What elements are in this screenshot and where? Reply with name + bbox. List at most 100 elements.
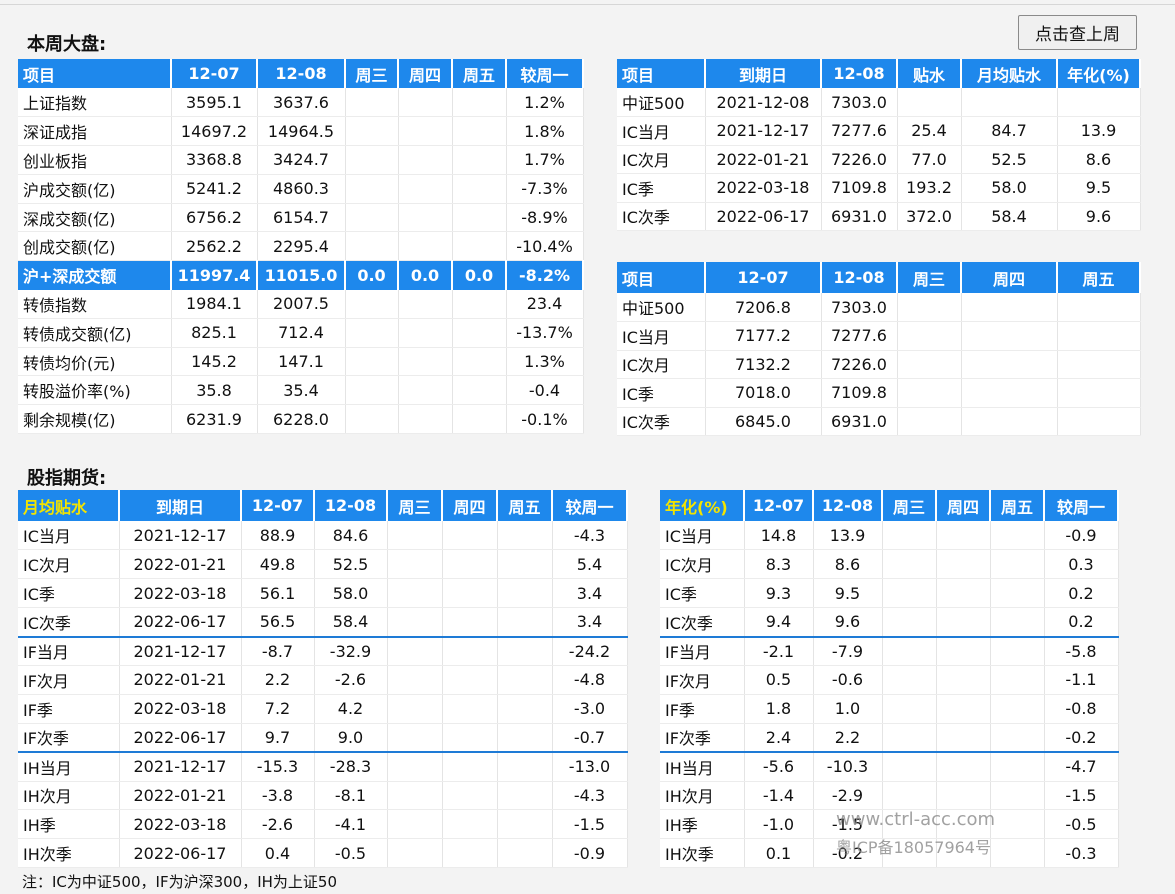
table-cell bbox=[897, 378, 962, 408]
table-cell: 9.3 bbox=[744, 578, 814, 609]
table-cell: 3424.7 bbox=[257, 145, 346, 175]
table-cell bbox=[345, 145, 399, 175]
column-header: 周三 bbox=[882, 490, 937, 521]
table-cell: 0.5 bbox=[744, 665, 814, 695]
table-cell: 6931.0 bbox=[821, 202, 898, 231]
table-cell: 1.8 bbox=[744, 694, 814, 724]
table-cell: 2022-03-18 bbox=[119, 809, 242, 840]
table-cell: 1984.1 bbox=[171, 289, 258, 319]
table-cell: 4.2 bbox=[314, 694, 388, 724]
table-cell bbox=[442, 751, 498, 782]
table-cell bbox=[497, 607, 553, 638]
row-label: 创业板指 bbox=[18, 145, 172, 175]
row-label: IH当月 bbox=[660, 751, 745, 782]
table-row: IC季 9.3 9.5 0.2 bbox=[660, 578, 1119, 609]
table-cell: -2.6 bbox=[314, 665, 388, 695]
table-cell bbox=[387, 751, 443, 782]
table-cell: -4.8 bbox=[552, 665, 628, 695]
table-cell: -8.7 bbox=[241, 635, 315, 666]
row-label: IH当月 bbox=[18, 751, 120, 782]
table-cell bbox=[936, 665, 991, 695]
table-row: IC次季 2022-06-17 56.5 58.4 3.4 bbox=[18, 607, 628, 638]
table-cell: 193.2 bbox=[897, 173, 962, 203]
table-cell bbox=[398, 116, 453, 147]
table-cell: 52.5 bbox=[314, 549, 388, 580]
table-cell: 7277.6 bbox=[821, 116, 898, 146]
table-cell: 2295.4 bbox=[257, 231, 346, 262]
table-cell: 84.6 bbox=[314, 521, 388, 551]
table-cell: 2022-01-21 bbox=[119, 781, 242, 811]
table-cell: 2022-01-21 bbox=[119, 549, 242, 580]
table-cell: 56.1 bbox=[241, 578, 315, 609]
futures-price-table: 项目 12-07 12-08 周三 周四 周五 中证500 7206.8 7303.0 IC当月… bbox=[617, 262, 1141, 436]
view-last-week-button[interactable]: 点击查上周 bbox=[1018, 15, 1137, 50]
table-cell: 9.5 bbox=[1057, 173, 1141, 203]
column-header: 较周一 bbox=[552, 490, 628, 521]
table-cell: 14.8 bbox=[744, 521, 814, 551]
table-row: IC当月 14.8 13.9 -0.9 bbox=[660, 521, 1119, 551]
table-cell bbox=[452, 231, 507, 262]
column-header: 周五 bbox=[990, 490, 1045, 521]
row-label: IC次月 bbox=[617, 145, 706, 174]
table-cell: 23.4 bbox=[506, 289, 584, 319]
top-divider bbox=[0, 4, 1175, 5]
table-cell bbox=[990, 665, 1045, 695]
row-label: IC季 bbox=[18, 578, 120, 609]
table-cell: 2022-06-17 bbox=[119, 607, 242, 638]
table-cell bbox=[345, 318, 399, 348]
table-cell bbox=[990, 578, 1045, 609]
table-cell bbox=[442, 521, 498, 551]
table-cell: -0.5 bbox=[1044, 809, 1119, 840]
weekly-market-table: 项目 12-07 12-08 周三 周四 周五 较周一 上证指数 3595.1 3637.6 1.… bbox=[18, 59, 584, 435]
table-cell: 6154.7 bbox=[257, 203, 346, 233]
table-cell: 52.5 bbox=[961, 145, 1058, 174]
table-cell: 2022-03-18 bbox=[119, 694, 242, 724]
table-cell bbox=[961, 321, 1058, 351]
table-cell: -32.9 bbox=[314, 635, 388, 666]
table-cell bbox=[387, 521, 443, 551]
table-row: 转债均价(元) 145.2 147.1 1.3% bbox=[18, 347, 584, 377]
table-cell: 2022-03-18 bbox=[705, 173, 822, 203]
table-cell: 1.8% bbox=[506, 116, 584, 147]
table-cell: -10.4% bbox=[506, 231, 584, 262]
table-cell bbox=[387, 694, 443, 724]
table-cell: 2022-01-21 bbox=[119, 665, 242, 695]
table-cell: 11997.4 bbox=[171, 260, 258, 290]
row-label: 中证500 bbox=[617, 293, 706, 322]
row-label: IC次月 bbox=[617, 350, 706, 379]
table-cell bbox=[882, 635, 937, 666]
table-cell bbox=[897, 350, 962, 379]
table-cell bbox=[398, 318, 453, 348]
table-row: IF当月 -2.1 -7.9 -5.8 bbox=[660, 635, 1119, 666]
row-label: 沪+深成交额 bbox=[18, 260, 172, 290]
table-cell bbox=[1057, 407, 1141, 436]
row-label: 深证成指 bbox=[18, 116, 172, 147]
column-header: 12-08 bbox=[821, 59, 898, 88]
table-cell: 6931.0 bbox=[821, 407, 898, 436]
table-cell bbox=[882, 578, 937, 609]
table-cell: 0.0 bbox=[452, 260, 507, 290]
table-row: IH次月 -1.4 -2.9 -1.5 bbox=[660, 781, 1119, 811]
column-header: 12-08 bbox=[821, 262, 898, 293]
table-cell bbox=[387, 635, 443, 666]
table-cell bbox=[961, 378, 1058, 408]
table-cell: 2007.5 bbox=[257, 289, 346, 319]
table-cell bbox=[387, 838, 443, 869]
footnote: 注：IC为中证500，IF为沪深300，IH为上证50 bbox=[22, 873, 338, 891]
table-cell: 7109.8 bbox=[821, 378, 898, 408]
table-cell: 8.6 bbox=[1057, 145, 1141, 174]
table-cell bbox=[398, 145, 453, 175]
table-cell: 3595.1 bbox=[171, 88, 258, 118]
table-cell: 7109.8 bbox=[821, 173, 898, 203]
table-cell bbox=[452, 404, 507, 435]
table-cell: 2021-12-08 bbox=[705, 88, 822, 117]
row-label: 创成交额(亿) bbox=[18, 231, 172, 262]
table-cell bbox=[387, 723, 443, 753]
table-cell: 5241.2 bbox=[171, 174, 258, 204]
table-cell: 7277.6 bbox=[821, 321, 898, 351]
table-row: 剩余规模(亿) 6231.9 6228.0 -0.1% bbox=[18, 404, 584, 435]
table-cell bbox=[442, 665, 498, 695]
table-cell: 7226.0 bbox=[821, 145, 898, 174]
row-label: 深成交额(亿) bbox=[18, 203, 172, 233]
table-cell: -0.9 bbox=[1044, 521, 1119, 551]
